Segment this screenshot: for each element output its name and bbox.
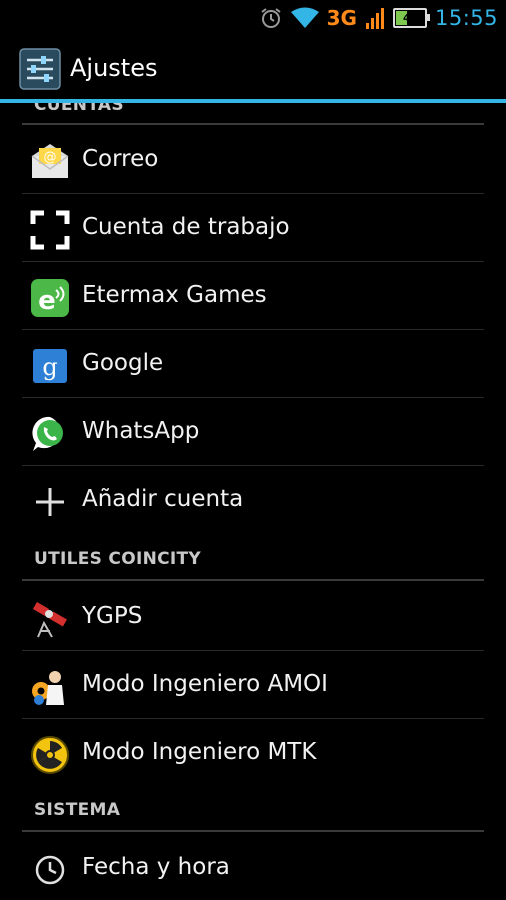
list-item-ygps[interactable]: YGPS [22, 583, 484, 651]
list-item-label: YGPS [82, 603, 143, 629]
list-item-modo-ingeniero-mtk[interactable]: Modo Ingeniero MTK [22, 719, 484, 787]
whatsapp-icon [32, 416, 63, 451]
section-header-cuentas: CUENTAS [22, 103, 484, 127]
list-item-whatsapp[interactable]: WhatsApp [22, 398, 484, 466]
plus-icon [36, 488, 64, 516]
list-item-label: WhatsApp [82, 418, 200, 444]
status-bar: 3G 41 15:55 [0, 0, 506, 36]
svg-text:g: g [42, 353, 57, 381]
battery-level: 41 [403, 12, 417, 24]
action-bar: Ajustes [0, 36, 506, 102]
list-item-label: Etermax Games [82, 282, 267, 308]
section-header-sistema: SISTEMA [22, 791, 484, 835]
google-icon: g [33, 349, 67, 383]
list-item-label: Añadir cuenta [82, 486, 244, 512]
list-item-anadir-cuenta[interactable]: Añadir cuenta [22, 466, 484, 534]
list-item-correo[interactable]: @ Correo [22, 126, 484, 194]
list-item-label: Google [82, 350, 164, 376]
etermax-icon: e [31, 279, 69, 317]
section-header-label: CUENTAS [34, 103, 124, 115]
status-time: 15:55 [434, 6, 498, 30]
section-header-label: SISTEMA [34, 800, 121, 820]
settings-sliders-icon[interactable] [19, 48, 61, 90]
satellite-icon [32, 602, 67, 638]
status-icons: 3G 41 15:55 [259, 0, 498, 36]
list-item-label: Modo Ingeniero AMOI [82, 671, 328, 697]
list-item-label: Fecha y hora [82, 854, 230, 880]
radiation-icon [31, 736, 69, 774]
alarm-icon [261, 8, 281, 28]
list-item-fecha-y-hora[interactable]: Fecha y hora [22, 834, 484, 900]
wifi-icon [290, 7, 319, 28]
list-item-cuenta-de-trabajo[interactable]: Cuenta de trabajo [22, 194, 484, 262]
section-divider [22, 123, 484, 125]
page-title: Ajustes [70, 54, 158, 82]
section-header-utiles-coincity: UTILES COINCITY [22, 539, 484, 583]
clock-icon [35, 855, 65, 885]
network-type: 3G [326, 6, 357, 30]
svg-text:e: e [38, 286, 56, 316]
list-item-label: Modo Ingeniero MTK [82, 739, 317, 765]
list-item-etermax-games[interactable]: e Etermax Games [22, 262, 484, 330]
list-item-label: Correo [82, 146, 159, 172]
list-item-modo-ingeniero-amoi[interactable]: Modo Ingeniero AMOI [22, 651, 484, 719]
section-divider [22, 579, 484, 581]
email-icon: @ [31, 144, 69, 178]
list-item-label: Cuenta de trabajo [82, 214, 290, 240]
signal-icon [365, 8, 384, 29]
battery-icon: 41 [392, 8, 430, 28]
section-divider [22, 830, 484, 832]
settings-list[interactable]: CUENTAS @ Correo Cuenta de trabajo e Ete… [0, 103, 506, 900]
work-account-icon [30, 210, 70, 250]
engineer-gears-icon [32, 671, 64, 705]
svg-text:@: @ [44, 150, 57, 165]
list-item-google[interactable]: g Google [22, 330, 484, 398]
section-header-label: UTILES COINCITY [34, 549, 202, 569]
